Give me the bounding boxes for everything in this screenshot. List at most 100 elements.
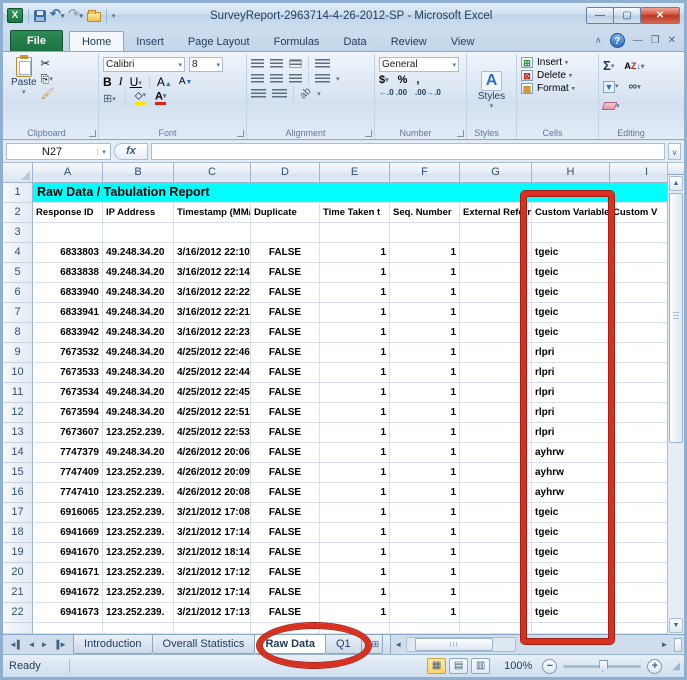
data-cell[interactable]: 123.252.239.: [103, 543, 174, 563]
data-cell[interactable]: 1: [320, 403, 390, 423]
increase-decimal-icon[interactable]: ←.0 .00: [379, 88, 407, 97]
wrap-text-icon[interactable]: [315, 59, 330, 68]
data-cell[interactable]: 6833942: [33, 323, 103, 343]
data-cell[interactable]: FALSE: [251, 323, 320, 343]
underline-button[interactable]: U▾: [130, 75, 142, 89]
data-cell[interactable]: [320, 223, 390, 243]
data-cell[interactable]: 3/16/2012 22:10: [174, 243, 251, 263]
name-box[interactable]: N27 ▾: [6, 143, 111, 160]
data-cell[interactable]: 3/21/2012 17:12: [174, 563, 251, 583]
zoom-level[interactable]: 100%: [504, 660, 532, 672]
cut-icon[interactable]: ✂: [41, 58, 55, 71]
row-header-22[interactable]: 22: [3, 603, 33, 623]
data-cell[interactable]: FALSE: [251, 583, 320, 603]
row-header-16[interactable]: 16: [3, 483, 33, 503]
data-cell[interactable]: 1: [390, 383, 460, 403]
formula-input[interactable]: [151, 143, 665, 160]
column-header-F[interactable]: F: [390, 163, 460, 183]
sort-filter-button[interactable]: AZ↓▾: [624, 61, 644, 71]
data-cell[interactable]: 49.248.34.20: [103, 443, 174, 463]
data-cell[interactable]: 1: [390, 603, 460, 623]
page-break-view-button[interactable]: ▥: [471, 658, 490, 674]
paste-button[interactable]: Paste▾: [7, 56, 41, 101]
data-cell[interactable]: 4/26/2012 20:06: [174, 443, 251, 463]
data-cell[interactable]: 123.252.239.: [103, 603, 174, 623]
data-cell[interactable]: 3/16/2012 22:23: [174, 323, 251, 343]
data-cell[interactable]: 6941670: [33, 543, 103, 563]
data-cell[interactable]: 49.248.34.20: [103, 363, 174, 383]
data-cell[interactable]: 49.248.34.20: [103, 243, 174, 263]
data-cell[interactable]: FALSE: [251, 243, 320, 263]
zoom-slider[interactable]: [563, 665, 641, 668]
ribbon-tab-view[interactable]: View: [439, 32, 487, 51]
fill-color-button[interactable]: ◇▾: [135, 91, 146, 105]
field-header-cell[interactable]: Time Taken t: [320, 203, 390, 223]
data-cell[interactable]: 4/26/2012 20:08: [174, 483, 251, 503]
borders-button[interactable]: ⊞▾: [103, 92, 116, 105]
data-cell[interactable]: 49.248.34.20: [103, 283, 174, 303]
bold-button[interactable]: B: [103, 75, 112, 89]
field-header-cell[interactable]: Timestamp (MM/dd: [174, 203, 251, 223]
sheet-tab-overall-statistics[interactable]: Overall Statistics: [152, 635, 256, 654]
orientation-icon[interactable]: ab: [298, 86, 314, 102]
delete-cells-button[interactable]: Delete ▾: [537, 70, 572, 81]
data-cell[interactable]: 6833838: [33, 263, 103, 283]
column-header-H[interactable]: H: [532, 163, 610, 183]
column-header-C[interactable]: C: [174, 163, 251, 183]
data-cell[interactable]: 1: [390, 563, 460, 583]
number-dialog-launcher[interactable]: [457, 130, 464, 137]
data-cell[interactable]: 6833940: [33, 283, 103, 303]
zoom-out-icon[interactable]: −: [542, 659, 557, 674]
column-header-D[interactable]: D: [251, 163, 320, 183]
data-cell[interactable]: 1: [390, 403, 460, 423]
data-cell[interactable]: 123.252.239.: [103, 463, 174, 483]
ribbon-tab-home[interactable]: Home: [69, 31, 124, 51]
data-cell[interactable]: 7673533: [33, 363, 103, 383]
ribbon-tab-review[interactable]: Review: [379, 32, 439, 51]
data-cell[interactable]: 1: [320, 563, 390, 583]
data-cell[interactable]: 1: [390, 503, 460, 523]
data-cell[interactable]: 7673532: [33, 343, 103, 363]
data-cell[interactable]: 6833941: [33, 303, 103, 323]
increase-indent-icon[interactable]: [272, 89, 287, 98]
redo-icon[interactable]: ↷▾: [68, 8, 82, 23]
data-cell[interactable]: 3/21/2012 17:14: [174, 523, 251, 543]
hscroll-right-icon[interactable]: ►: [657, 640, 672, 649]
data-cell[interactable]: 6941673: [33, 603, 103, 623]
data-cell[interactable]: FALSE: [251, 283, 320, 303]
data-cell[interactable]: 1: [320, 523, 390, 543]
data-cell[interactable]: 1: [320, 443, 390, 463]
data-cell[interactable]: 1: [390, 323, 460, 343]
data-cell[interactable]: FALSE: [251, 543, 320, 563]
data-cell[interactable]: [33, 623, 103, 634]
zoom-slider-thumb[interactable]: [599, 660, 608, 672]
data-cell[interactable]: 123.252.239.: [103, 583, 174, 603]
data-cell[interactable]: 1: [390, 263, 460, 283]
data-cell[interactable]: FALSE: [251, 523, 320, 543]
row-header-13[interactable]: 13: [3, 423, 33, 443]
data-cell[interactable]: FALSE: [251, 563, 320, 583]
insert-function-button[interactable]: fx: [114, 143, 148, 160]
font-color-button[interactable]: A▾: [155, 91, 166, 105]
row-header-10[interactable]: 10: [3, 363, 33, 383]
data-cell[interactable]: 1: [390, 583, 460, 603]
row-header-21[interactable]: 21: [3, 583, 33, 603]
close-button[interactable]: ✕: [640, 7, 680, 24]
comma-button[interactable]: ,: [416, 74, 419, 86]
row-header-2[interactable]: 2: [3, 203, 33, 223]
next-sheet-icon[interactable]: ►: [39, 638, 51, 651]
row-header-9[interactable]: 9: [3, 343, 33, 363]
align-middle-icon[interactable]: [270, 59, 283, 68]
data-cell[interactable]: [103, 623, 174, 634]
data-cell[interactable]: FALSE: [251, 383, 320, 403]
ribbon-tab-file[interactable]: File: [10, 30, 63, 51]
data-cell[interactable]: 1: [390, 303, 460, 323]
vertical-scrollbar[interactable]: ▲ ▼: [667, 163, 684, 634]
doc-close-icon[interactable]: ✕: [668, 35, 676, 47]
data-cell[interactable]: 3/21/2012 17:08: [174, 503, 251, 523]
data-cell[interactable]: FALSE: [251, 603, 320, 623]
data-cell[interactable]: FALSE: [251, 343, 320, 363]
grow-font-button[interactable]: A▲: [157, 75, 172, 89]
tab-splitter[interactable]: [674, 638, 682, 652]
data-cell[interactable]: 1: [320, 323, 390, 343]
